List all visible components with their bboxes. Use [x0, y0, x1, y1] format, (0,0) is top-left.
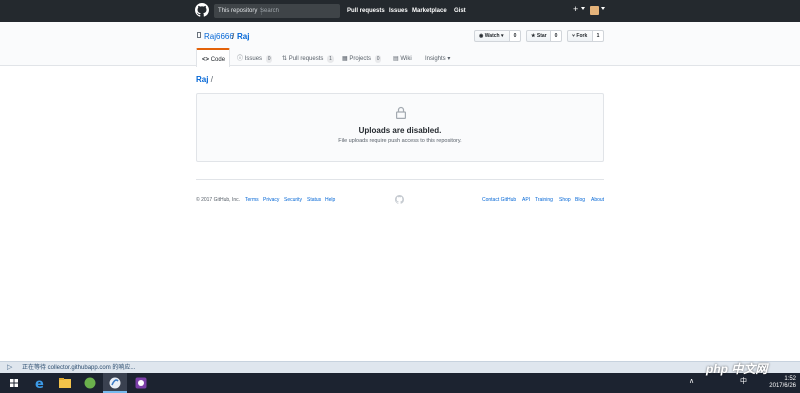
- lock-icon: [396, 106, 406, 119]
- tab-insights-label: Insights: [425, 56, 446, 62]
- new-menu-caret-icon[interactable]: [581, 7, 585, 10]
- tab-wiki[interactable]: ▤ Wiki: [393, 55, 412, 63]
- input-method-icon[interactable]: 中: [740, 378, 747, 386]
- repo-icon: [197, 32, 201, 38]
- code-icon: <>: [202, 57, 210, 63]
- footer-link-terms[interactable]: Terms: [245, 197, 259, 204]
- tray-chevron-up-icon[interactable]: ∧: [689, 378, 694, 386]
- taskbar-app-active[interactable]: [103, 373, 127, 393]
- github-footer-logo-icon[interactable]: [395, 195, 404, 204]
- breadcrumb: Raj /: [196, 75, 213, 85]
- projects-counter: 0: [374, 55, 382, 63]
- chevron-down-icon: ▾: [447, 56, 451, 62]
- fork-button[interactable]: ⑂ Fork: [567, 30, 593, 42]
- taskbar-clock[interactable]: 1:52 2017/6/26: [760, 376, 796, 390]
- repo-path-separator: /: [232, 32, 235, 41]
- app-icon: [109, 377, 121, 389]
- github-desktop-icon: [135, 377, 147, 389]
- repo-header: Raj6666 / Raj ◉ Watch ▾ 0 ★ Star 0 ⑂ For…: [0, 22, 800, 67]
- panel-title: Uploads are disabled.: [358, 126, 442, 135]
- star-icon: ★: [531, 33, 536, 39]
- tab-projects[interactable]: ▦ Projects 0: [342, 55, 382, 63]
- taskbar-file-explorer[interactable]: [53, 373, 77, 393]
- browser-status-bar: ▷ 正在等待 collector.githubapp.com 的响应...: [0, 361, 800, 373]
- footer-link-blog[interactable]: Blog: [575, 197, 585, 204]
- user-avatar[interactable]: [590, 6, 599, 15]
- book-icon: ▤: [393, 56, 399, 62]
- tab-pulls-label: Pull requests: [288, 56, 324, 62]
- clock-time: 1:52: [784, 376, 796, 382]
- tab-issues-label: Issues: [244, 56, 263, 62]
- panel-subtitle: File uploads require push access to this…: [338, 138, 462, 144]
- footer-link-security[interactable]: Security: [284, 197, 302, 204]
- user-menu-caret-icon[interactable]: [601, 7, 605, 10]
- tab-code[interactable]: <> Code: [196, 48, 230, 67]
- svg-text:e: e: [35, 377, 44, 392]
- repo-name-link[interactable]: Raj: [237, 32, 249, 41]
- nav-issues[interactable]: Issues: [389, 7, 408, 15]
- android-icon: [84, 377, 96, 389]
- watch-button[interactable]: ◉ Watch ▾: [474, 30, 510, 42]
- plus-icon[interactable]: +: [573, 5, 578, 14]
- footer-link-api[interactable]: API: [522, 197, 530, 204]
- edge-icon: e: [35, 377, 44, 392]
- repo-owner-link[interactable]: Raj6666: [204, 32, 234, 41]
- start-button[interactable]: [2, 373, 26, 393]
- footer-link-shop[interactable]: Shop: [559, 197, 571, 204]
- nav-gist[interactable]: Gist: [454, 7, 466, 15]
- eye-icon: ◉: [479, 33, 484, 39]
- footer-link-privacy[interactable]: Privacy: [263, 197, 279, 204]
- footer-link-help[interactable]: Help: [325, 197, 335, 204]
- loading-icon: ▷: [7, 364, 13, 371]
- fork-count[interactable]: 1: [593, 30, 604, 42]
- issue-icon: ⓘ: [237, 56, 244, 62]
- upload-disabled-panel: Uploads are disabled. File uploads requi…: [196, 93, 604, 162]
- watermark: php 中文网: [706, 362, 768, 376]
- tab-issues[interactable]: ⓘ Issues 0: [237, 55, 273, 63]
- issues-counter: 0: [265, 55, 273, 63]
- clock-date: 2017/6/26: [769, 383, 796, 389]
- tab-insights[interactable]: Insights ▾: [425, 55, 450, 63]
- project-icon: ▦: [342, 56, 348, 62]
- breadcrumb-separator: /: [210, 75, 213, 84]
- footer-link-about[interactable]: About: [591, 197, 604, 204]
- star-button[interactable]: ★ Star: [526, 30, 551, 42]
- watch-label: Watch: [484, 33, 500, 39]
- windows-taskbar: e ∧ 中 1:52 2017/6/26: [0, 373, 800, 393]
- tab-pull-requests[interactable]: ⇅ Pull requests 1: [282, 55, 334, 63]
- search-box[interactable]: This repository: [214, 4, 340, 18]
- tab-projects-label: Projects: [349, 56, 372, 62]
- footer-link-contact[interactable]: Contact GitHub: [482, 197, 516, 204]
- footer-link-training[interactable]: Training: [535, 197, 553, 204]
- folder-icon: [59, 378, 71, 388]
- watch-count[interactable]: 0: [510, 30, 521, 42]
- nav-pull-requests[interactable]: Pull requests: [347, 7, 385, 15]
- breadcrumb-repo-link[interactable]: Raj: [196, 75, 208, 84]
- footer-copyright: © 2017 GitHub, Inc.: [196, 197, 240, 203]
- github-header: This repository Pull requests Issues Mar…: [0, 0, 800, 22]
- taskbar-edge[interactable]: e: [28, 373, 52, 393]
- search-scope-label: This repository: [218, 7, 263, 15]
- star-label: Star: [536, 33, 547, 39]
- status-text: 正在等待 collector.githubapp.com 的响应...: [22, 365, 136, 371]
- star-count[interactable]: 0: [551, 30, 562, 42]
- tab-wiki-label: Wiki: [400, 56, 412, 62]
- fork-icon: ⑂: [572, 33, 576, 39]
- windows-logo-icon: [10, 379, 18, 387]
- taskbar-github-desktop[interactable]: [129, 373, 153, 393]
- footer-link-status[interactable]: Status: [307, 197, 321, 204]
- pull-request-icon: ⇅: [282, 56, 288, 62]
- taskbar-app-green[interactable]: [78, 373, 102, 393]
- github-logo-icon[interactable]: [195, 3, 209, 17]
- tab-code-label: Code: [210, 57, 226, 63]
- pulls-counter: 1: [327, 55, 334, 63]
- chevron-down-icon: ▾: [500, 33, 504, 39]
- footer-divider: [196, 179, 604, 180]
- fork-label: Fork: [576, 33, 588, 39]
- nav-marketplace[interactable]: Marketplace: [412, 7, 447, 15]
- search-input[interactable]: [260, 6, 336, 16]
